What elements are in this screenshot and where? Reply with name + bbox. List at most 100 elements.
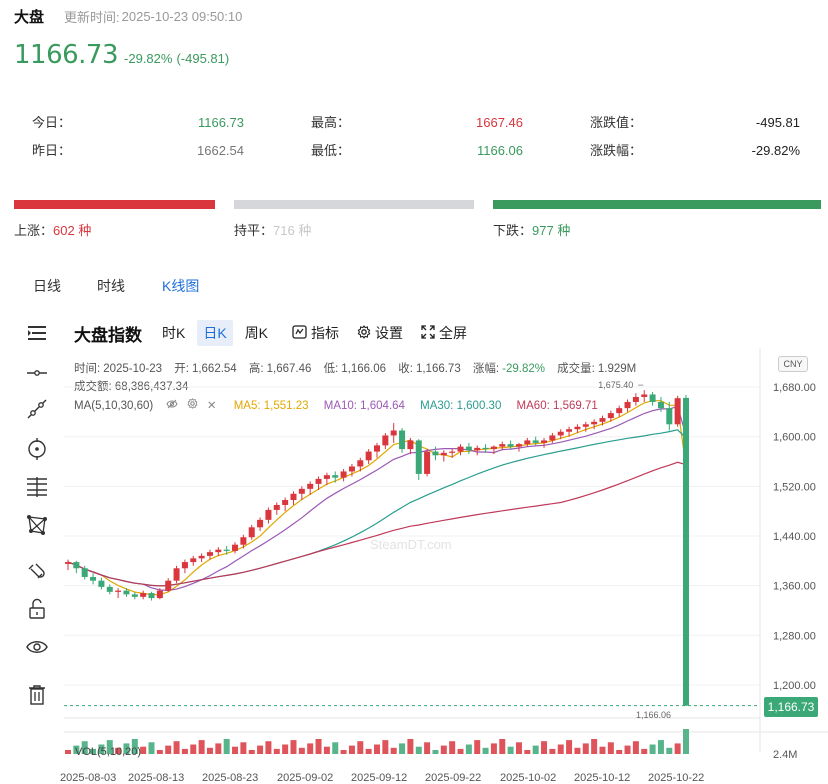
volume-bar [424, 742, 431, 754]
candle [607, 413, 614, 419]
page-header: 大盘 更新时间: 2025-10-23 09:50:10 [14, 6, 242, 26]
tab-daily[interactable]: 日线 [33, 276, 61, 296]
volume-bar [549, 748, 556, 754]
candle [549, 435, 556, 441]
label-text: 上涨： [14, 223, 54, 238]
candle [357, 460, 364, 467]
x-tick-label: 2025-10-02 [500, 772, 556, 784]
candle [465, 446, 472, 451]
volume-bar [156, 750, 163, 754]
volume-bar [616, 750, 623, 754]
volume-bar [599, 746, 606, 754]
volume-bar [407, 739, 414, 754]
candle [474, 447, 481, 451]
stat-label: 涨跌幅： [590, 143, 643, 158]
stat-change-pct: 涨跌幅： -29.82% [590, 142, 800, 160]
candle [307, 483, 314, 489]
volume-bar [482, 747, 489, 754]
volume-bar [315, 739, 322, 754]
breadth-up-bar [14, 200, 215, 209]
volume-bar [674, 743, 681, 754]
volume-bar [457, 748, 464, 754]
y-tick-label: 1,440.00 [773, 531, 816, 543]
candle [541, 440, 548, 443]
stat-value: -495.81 [755, 115, 800, 130]
y-tick-label: 1,680.00 [773, 382, 816, 394]
candle [165, 580, 172, 591]
label-text: 下跌： [493, 223, 533, 238]
update-time: 2025-10-23 09:50:10 [121, 8, 243, 24]
volume-bar [265, 741, 272, 754]
current-price: 1166.73 [14, 40, 119, 70]
candle [374, 445, 380, 452]
candle [566, 429, 573, 432]
candle [532, 440, 539, 443]
candle [290, 493, 297, 500]
stats-grid: 今日： 1166.73 昨日： 1662.54 最高： 1667.46 最低： … [0, 108, 828, 168]
x-tick-label: 2025-10-22 [648, 772, 704, 784]
candle [657, 401, 664, 409]
volume-bar [290, 740, 297, 754]
volume-bar [474, 740, 481, 754]
volume-bar [140, 746, 147, 754]
price-change-pct: -29.82% [124, 51, 173, 66]
candle [223, 549, 230, 551]
candle [524, 440, 531, 445]
volume-bar [332, 742, 339, 754]
unit-text: 种 [78, 223, 92, 238]
tab-kline[interactable]: K线图 [162, 276, 199, 296]
volume-bar [465, 744, 472, 754]
volume-bar [382, 740, 389, 754]
y-tick-label: 1,520.00 [773, 481, 816, 493]
volume-bar [541, 741, 548, 754]
candle [215, 549, 222, 553]
candle [649, 394, 656, 402]
stat-high: 最高： 1667.46 [311, 114, 523, 132]
candle [181, 562, 188, 569]
stat-label: 最高： [311, 115, 351, 130]
volume-bar [348, 745, 355, 754]
volume-bar [440, 745, 447, 754]
y-axis: 1,680.00 1,600.00 1,520.00 1,440.00 1,360.00… [773, 382, 816, 692]
volume-axis-label: 2.4M [773, 749, 797, 761]
stat-value: 1166.06 [476, 143, 523, 158]
candle [574, 426, 581, 430]
candle [424, 451, 431, 474]
stat-label: 涨跌值： [590, 115, 643, 130]
candle [240, 537, 247, 545]
stat-low: 最低： 1166.06 [311, 142, 523, 160]
stat-value: 1667.46 [476, 115, 523, 130]
candle [315, 478, 322, 484]
volume-bar [298, 747, 305, 754]
candle [557, 431, 564, 436]
candle [490, 446, 497, 450]
volume-bar [65, 750, 71, 754]
view-tabs: 日线 时线 K线图 [0, 276, 828, 300]
ma10-line [67, 405, 687, 592]
candle [624, 401, 631, 409]
volume-legend: VOL(5,10,20) [75, 746, 141, 758]
candle [457, 446, 464, 452]
candlestick-chart[interactable]: SteamDT.com 1,675.401,166.06 1,680.001,6… [0, 312, 828, 784]
x-tick-label: 2025-10-12 [574, 772, 630, 784]
stat-value: 1166.73 [197, 115, 244, 130]
volume-bar [449, 741, 456, 754]
candle [65, 562, 71, 564]
volume-bar [499, 739, 506, 754]
tab-hourly[interactable]: 时线 [97, 276, 125, 296]
volume-bar [198, 740, 205, 754]
volume-bar [515, 742, 522, 754]
unit-text: 种 [557, 223, 571, 238]
volume-bar [632, 741, 639, 754]
breadth-flat-label: 持平：716 种 [234, 220, 311, 239]
x-tick-label: 2025-09-02 [277, 772, 333, 784]
volume-bar [591, 739, 598, 754]
volume-bar [666, 747, 673, 754]
volume-bar [399, 743, 406, 754]
high-mark-label: 1,675.40 [598, 380, 633, 390]
volume-bar [557, 744, 564, 754]
candle [265, 509, 272, 520]
volume-bar [282, 744, 289, 754]
candle [206, 552, 213, 556]
candle [81, 568, 88, 577]
